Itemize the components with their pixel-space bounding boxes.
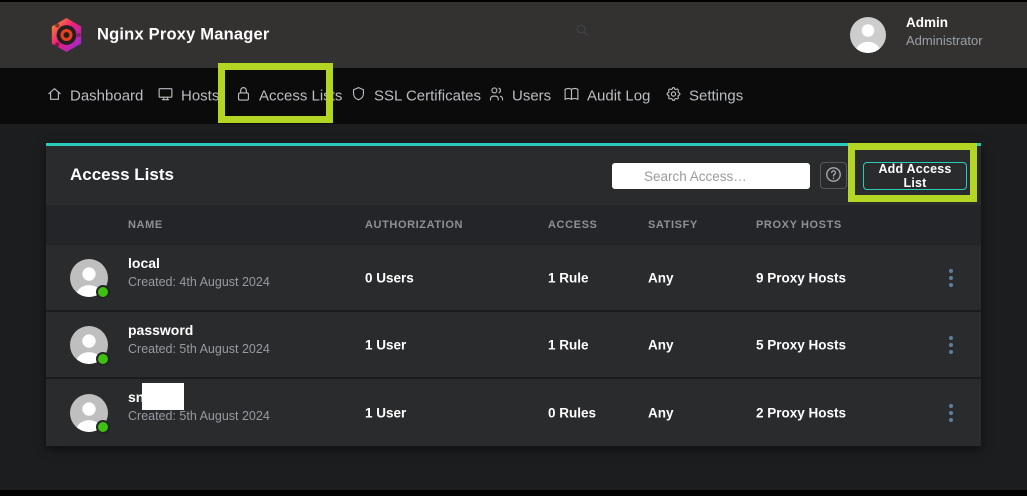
column-header-authorization: AUTHORIZATION <box>365 219 463 231</box>
nav-item-audit-log[interactable]: Audit Log <box>563 86 650 107</box>
screen-edge-bottom <box>0 490 1027 496</box>
status-online-dot <box>96 285 110 299</box>
nav-item-label: Users <box>512 88 551 105</box>
redaction-box <box>142 383 184 410</box>
authorization-cell: 1 User <box>365 337 406 352</box>
nav-item-label: Dashboard <box>70 88 143 105</box>
panel-title: Access Lists <box>70 165 174 185</box>
row-menu-button vertical-ellipsis-icon[interactable] <box>943 402 959 424</box>
access-cell: 1 Rule <box>548 337 589 352</box>
table-row[interactable]: local Created: 4th August 2024 0 Users 1… <box>46 245 981 312</box>
avatar <box>70 259 108 297</box>
app-title: Nginx Proxy Manager <box>97 26 270 45</box>
search-input[interactable] <box>612 163 810 189</box>
access-list-name: password <box>128 323 270 337</box>
proxy-hosts-cell: 5 Proxy Hosts <box>756 337 846 352</box>
nav-item-label: Hosts <box>181 88 219 105</box>
nav-item-users[interactable]: Users <box>488 86 551 107</box>
nav-item-access-lists[interactable]: Access Lists <box>235 86 342 107</box>
satisfy-cell: Any <box>648 405 674 420</box>
proxy-hosts-cell: 2 Proxy Hosts <box>756 405 846 420</box>
monitor-icon <box>157 86 174 107</box>
created-date: Created: 5th August 2024 <box>128 410 270 423</box>
shield-icon <box>350 86 367 107</box>
satisfy-cell: Any <box>648 337 674 352</box>
user-name: Admin <box>906 16 983 30</box>
column-header-access: ACCESS <box>548 219 597 231</box>
nav-item-label: SSL Certificates <box>374 88 481 105</box>
created-date: Created: 4th August 2024 <box>128 276 270 289</box>
authorization-cell: 0 Users <box>365 270 414 285</box>
status-online-dot <box>96 420 110 434</box>
column-header-proxy-hosts: PROXY HOSTS <box>756 219 842 231</box>
add-access-list-button[interactable]: Add Access List <box>863 162 967 190</box>
access-lists-panel: Access Lists Add Access List NAME AUTHOR… <box>46 143 981 446</box>
users-icon <box>488 86 505 107</box>
help-button[interactable] <box>820 162 847 189</box>
name-cell: password Created: 5th August 2024 <box>128 323 270 356</box>
home-icon <box>46 86 63 107</box>
gear-icon <box>665 86 682 107</box>
avatar <box>70 326 108 364</box>
column-header-satisfy: SATISFY <box>648 219 698 231</box>
book-icon <box>563 86 580 107</box>
row-menu-button vertical-ellipsis-icon[interactable] <box>943 334 959 356</box>
user-info[interactable]: Admin Administrator <box>906 16 983 47</box>
nav-item-label: Access Lists <box>259 88 342 105</box>
nav-item-hosts[interactable]: Hosts <box>157 86 219 107</box>
table-row[interactable]: password Created: 5th August 2024 1 User… <box>46 312 981 379</box>
proxy-hosts-cell: 9 Proxy Hosts <box>756 270 846 285</box>
name-cell: local Created: 4th August 2024 <box>128 256 270 289</box>
nav-item-label: Settings <box>689 88 743 105</box>
authorization-cell: 1 User <box>365 405 406 420</box>
app-header: Nginx Proxy Manager Admin Administrator <box>0 2 1027 68</box>
question-circle-icon <box>824 165 843 187</box>
created-date: Created: 5th August 2024 <box>128 343 270 356</box>
screen: Nginx Proxy Manager Admin Administrator … <box>0 0 1027 496</box>
nav-item-ssl-certificates[interactable]: SSL Certificates <box>350 86 481 107</box>
user-avatar[interactable] <box>850 17 886 53</box>
lock-icon <box>235 86 252 107</box>
npm-logo-icon <box>48 16 85 54</box>
access-cell: 0 Rules <box>548 405 596 420</box>
nav-item-label: Audit Log <box>587 88 650 105</box>
table-header-row: NAME AUTHORIZATION ACCESS SATISFY PROXY … <box>46 205 981 245</box>
column-header-name: NAME <box>128 219 163 231</box>
access-cell: 1 Rule <box>548 270 589 285</box>
satisfy-cell: Any <box>648 270 674 285</box>
nav-item-settings[interactable]: Settings <box>665 86 743 107</box>
row-menu-button vertical-ellipsis-icon[interactable] <box>943 267 959 289</box>
nav-item-dashboard[interactable]: Dashboard <box>46 86 143 107</box>
status-online-dot <box>96 352 110 366</box>
avatar <box>70 394 108 432</box>
table-row[interactable]: sn Created: 5th August 2024 1 User 0 Rul… <box>46 379 981 446</box>
main-nav: Dashboard Hosts Access Lists SSL Certifi… <box>0 68 1027 124</box>
access-list-name: local <box>128 256 270 270</box>
user-role: Administrator <box>906 34 983 47</box>
